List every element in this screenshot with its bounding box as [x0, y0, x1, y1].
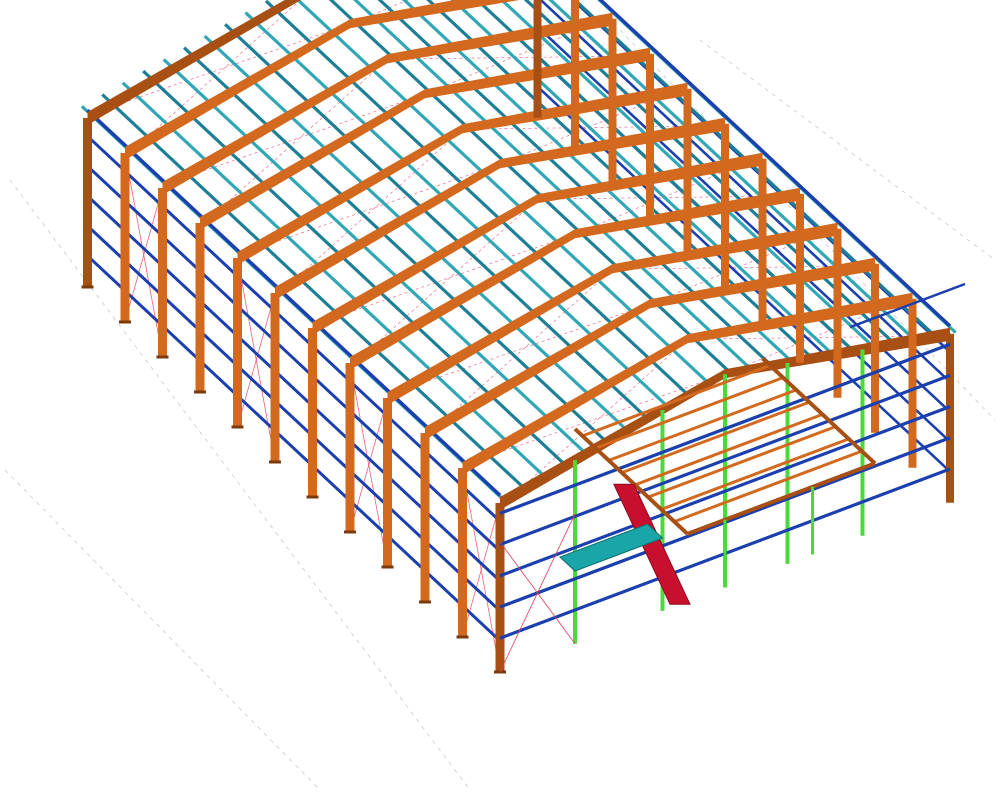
- grid-line: [4, 469, 321, 791]
- mezzanine-joist: [595, 376, 784, 450]
- frame-rafter: [500, 369, 725, 510]
- mezzanine-beam: [686, 461, 876, 536]
- model-viewport[interactable]: [0, 0, 1000, 800]
- back-wall-girt: [536, 25, 951, 413]
- frame-rafter: [462, 334, 688, 475]
- roof-purlin: [224, 23, 650, 421]
- steel-structure-model[interactable]: [0, 0, 1000, 800]
- mezzanine-joist: [581, 363, 771, 438]
